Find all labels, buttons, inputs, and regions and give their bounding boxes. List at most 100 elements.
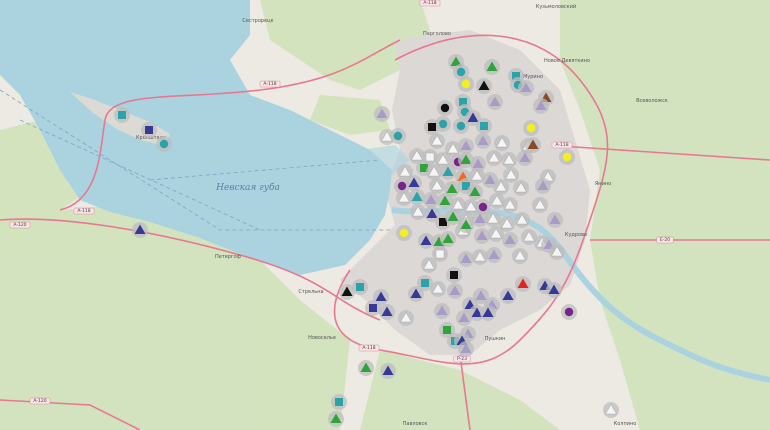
map-marker[interactable] [518,80,534,96]
map-marker[interactable] [396,225,412,241]
map-marker[interactable] [513,180,529,196]
map-marker[interactable] [502,232,518,248]
square-marker-teal[interactable] [118,111,126,119]
map-marker[interactable] [446,267,462,283]
map-marker[interactable] [423,192,439,208]
circle-marker-purple[interactable] [397,181,407,191]
map-marker[interactable] [514,212,530,228]
map-marker[interactable] [358,360,374,376]
map-marker[interactable] [421,257,437,273]
map-marker[interactable] [472,249,488,265]
circle-marker-yellow[interactable] [399,228,409,238]
map-marker[interactable] [453,118,469,134]
map-marker[interactable] [532,197,548,213]
map-marker[interactable] [456,310,472,326]
map-marker[interactable] [484,59,500,75]
map-marker[interactable] [458,217,474,233]
circle-marker-teal[interactable] [159,139,169,149]
square-marker-navy[interactable] [145,126,153,134]
map-marker[interactable] [487,94,503,110]
map-marker[interactable] [380,363,396,379]
circle-marker-teal[interactable] [393,131,403,141]
square-marker-teal[interactable] [480,122,488,130]
square-marker-green[interactable] [443,326,451,334]
map-marker[interactable] [502,197,518,213]
map-marker[interactable] [408,286,424,302]
square-marker-teal[interactable] [421,279,429,287]
map-marker[interactable] [434,303,450,319]
map-marker[interactable] [488,226,504,242]
map-marker[interactable] [559,149,575,165]
map[interactable]: Невская губа Сестрорецк Парголово Мурино Но… [0,0,770,430]
map-marker[interactable] [494,135,510,151]
square-marker-white[interactable] [435,249,445,259]
circle-marker-yellow[interactable] [562,152,572,162]
map-marker[interactable] [379,304,395,320]
map-marker[interactable] [440,231,456,247]
map-marker[interactable] [424,119,440,135]
map-marker[interactable] [390,128,406,144]
square-marker-navy[interactable] [369,304,377,312]
map-marker[interactable] [132,222,148,238]
square-marker-teal[interactable] [335,398,343,406]
map-marker[interactable] [480,305,496,321]
map-marker[interactable] [603,402,619,418]
map-marker[interactable] [523,120,539,136]
map-marker[interactable] [476,78,492,94]
map-marker[interactable] [547,212,563,228]
square-marker-black[interactable] [450,271,458,279]
square-marker-white[interactable] [425,152,435,162]
circle-marker-teal[interactable] [456,121,466,131]
map-marker[interactable] [476,118,492,134]
map-marker[interactable] [458,138,474,154]
circle-marker-teal[interactable] [456,67,466,77]
map-marker[interactable] [426,164,442,180]
map-marker[interactable] [501,152,517,168]
map-marker[interactable] [374,106,390,122]
circle-marker-yellow[interactable] [461,79,471,89]
square-marker-black[interactable] [428,123,436,131]
map-marker[interactable] [398,310,414,326]
map-marker[interactable] [546,282,562,298]
map-marker[interactable] [440,164,456,180]
map-marker[interactable] [512,248,528,264]
map-marker[interactable] [141,122,157,138]
circle-marker-yellow[interactable] [526,123,536,133]
map-marker[interactable] [437,100,453,116]
map-marker[interactable] [410,204,426,220]
map-marker[interactable] [331,394,347,410]
map-marker[interactable] [352,279,368,295]
map-marker[interactable] [535,178,551,194]
map-marker[interactable] [486,150,502,166]
map-marker[interactable] [493,179,509,195]
map-marker[interactable] [430,281,446,297]
map-marker[interactable] [409,189,425,205]
map-marker[interactable] [447,283,463,299]
map-marker[interactable] [406,175,422,191]
map-marker[interactable] [561,304,577,320]
map-marker[interactable] [517,150,533,166]
map-marker[interactable] [515,276,531,292]
map-marker[interactable] [458,251,474,267]
circle-marker-teal[interactable] [438,119,448,129]
map-marker[interactable] [429,133,445,149]
map-marker[interactable] [328,411,344,427]
map-marker[interactable] [156,136,172,152]
map-marker[interactable] [475,133,491,149]
map-marker[interactable] [365,300,381,316]
map-marker[interactable] [458,76,474,92]
square-marker-teal[interactable] [356,283,364,291]
map-marker[interactable] [485,211,501,227]
map-marker[interactable] [486,247,502,263]
map-marker[interactable] [467,184,483,200]
map-marker[interactable] [549,244,565,260]
map-marker[interactable] [114,107,130,123]
circle-marker-purple[interactable] [478,202,488,212]
map-marker[interactable] [533,98,549,114]
map-marker[interactable] [458,341,474,357]
map-marker[interactable] [474,228,490,244]
map-marker[interactable] [500,288,516,304]
map-marker[interactable] [429,178,445,194]
circle-marker-black[interactable] [440,103,450,113]
circle-marker-purple[interactable] [564,307,574,317]
